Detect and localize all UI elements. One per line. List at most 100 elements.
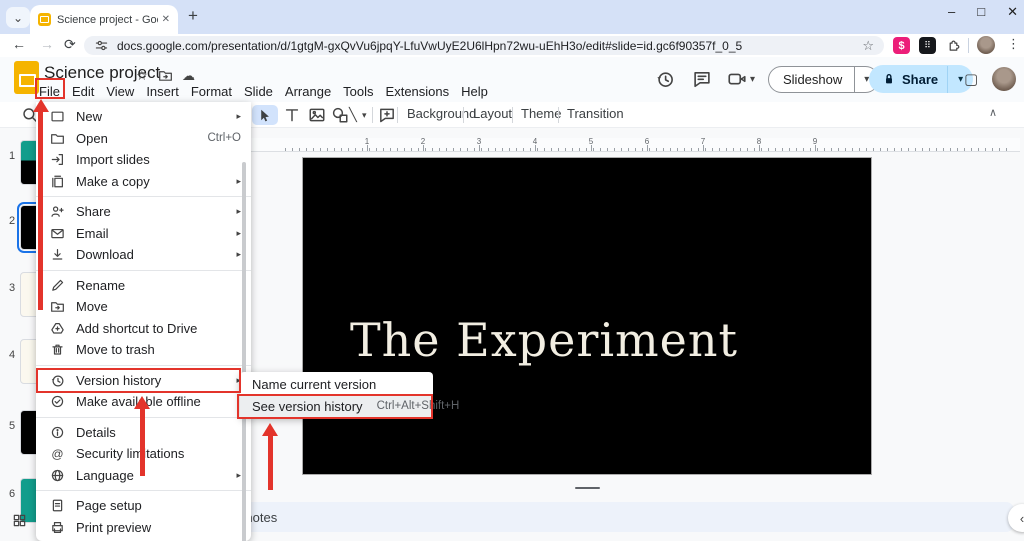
insert-image-icon[interactable] [308,106,326,124]
comments-icon[interactable] [692,69,712,89]
annotation-arrow-version-history-line [140,408,145,476]
theme-button[interactable]: Theme [521,106,561,121]
menu-arrange[interactable]: Arrange [279,83,337,100]
rename-pen-icon [50,278,65,293]
file-menu-item-email[interactable]: Email ▸ [36,223,251,245]
browser-tab[interactable]: Science project - Google Slides ✕ [30,5,178,34]
browser-tab-strip: ⌄ Science project - Google Slides ✕ + – … [0,0,1024,34]
layout-button[interactable]: Layout [473,106,512,121]
ruler-number: 7 [701,137,705,146]
grid-view-icon[interactable] [12,513,27,528]
chevron-left-icon: ‹ [1020,511,1024,526]
file-menu-item-print-preview[interactable]: Print preview [36,517,251,539]
file-menu-item-import-slides[interactable]: Import slides [36,149,251,171]
annotation-arrow-see-version-history-line [268,435,273,490]
browser-profile-avatar[interactable] [977,36,995,54]
new-tab-button[interactable]: + [188,6,198,26]
slides-header: Science project ☆ ☁ File Edit View Inser… [0,57,1024,102]
line-dropdown-icon[interactable]: ▾ [362,110,367,121]
tab-list-button[interactable]: ⌄ [6,7,30,28]
insert-shape-icon[interactable] [331,106,349,124]
menu-help[interactable]: Help [455,83,494,100]
account-avatar[interactable] [992,67,1016,91]
background-button[interactable]: Background [407,106,476,121]
insert-line-icon[interactable]: ╲ [349,107,357,125]
print-icon [50,520,65,535]
browser-menu-kebab-icon[interactable]: ⋮ [1007,36,1020,52]
offline-check-icon [50,394,65,409]
drive-add-icon [50,321,65,336]
refresh-icon[interactable]: ⟳ [64,36,76,53]
tab-title: Science project - Google Slides [57,14,158,26]
site-info-icon[interactable] [94,38,109,53]
bookmark-star-icon[interactable]: ☆ [862,38,874,54]
transition-button[interactable]: Transition [567,106,624,121]
menu-separator [36,196,251,197]
file-menu-item-page-setup[interactable]: Page setup [36,495,251,517]
menu-scrollbar[interactable] [242,162,246,541]
menu-separator [36,270,251,271]
submenu-item-name-current-version[interactable]: Name current version [240,373,433,395]
star-document-icon[interactable]: ☆ [136,68,148,84]
insert-comment-icon[interactable] [378,106,396,124]
menu-bar: File Edit View Insert Format Slide Arran… [33,83,494,100]
lock-icon [882,72,896,86]
share-button[interactable]: Share ▾ [869,65,973,93]
collapse-toolbar-icon[interactable]: ∧ [989,106,997,119]
file-menu-item-move[interactable]: Move [36,296,251,318]
folder-icon [50,131,65,146]
extension-dark-icon[interactable]: ⠿ [919,37,936,54]
file-menu-item-make-a-copy[interactable]: Make a copy ▸ [36,171,251,193]
move-to-folder-icon[interactable] [158,68,173,83]
file-menu-item-new[interactable]: New ▸ [36,106,251,128]
menu-separator [36,365,251,366]
meet-camera-icon[interactable] [727,69,747,89]
forward-icon[interactable]: → [40,36,54,52]
slideshow-button[interactable]: Slideshow ▾ [768,66,879,93]
ruler-number: 2 [421,137,425,146]
menu-format[interactable]: Format [185,83,238,100]
file-menu-item-move-to-trash[interactable]: Move to trash [36,339,251,361]
file-menu-item-add-shortcut-to-drive[interactable]: Add shortcut to Drive [36,318,251,340]
envelope-icon [50,226,65,241]
slide-canvas[interactable]: The Experiment [302,157,872,475]
menu-insert[interactable]: Insert [140,83,185,100]
version-history-icon[interactable] [655,69,675,89]
cloud-status-icon: ☁ [182,68,195,84]
url-text: docs.google.com/presentation/d/1gtgM-gxQ… [117,39,862,53]
menu-edit[interactable]: Edit [66,83,100,100]
download-icon [50,247,65,262]
ruler-number: 6 [645,137,649,146]
file-menu-item-open[interactable]: Open Ctrl+O [36,128,251,150]
select-tool-icon[interactable] [257,108,272,123]
import-icon [50,152,65,167]
text-box-tool-icon[interactable] [283,106,301,124]
menu-slide[interactable]: Slide [238,83,279,100]
camera-dropdown-icon[interactable]: ▾ [750,74,755,85]
back-icon[interactable]: ← [12,36,26,52]
url-bar[interactable]: docs.google.com/presentation/d/1gtgM-gxQ… [84,36,884,55]
menu-extensions[interactable]: Extensions [380,83,456,100]
notes-resize-handle[interactable] [575,487,600,489]
annotation-box-file [35,78,65,99]
menu-tools[interactable]: Tools [337,83,379,100]
slide-title-text[interactable]: The Experiment [350,313,738,367]
extensions-puzzle-icon[interactable] [945,37,962,54]
submenu-arrow-icon: ▸ [236,470,241,481]
file-menu-item-share[interactable]: Share ▸ [36,201,251,223]
submenu-arrow-icon: ▸ [236,206,241,217]
extension-dollar-icon[interactable]: $ [893,37,910,54]
window-close-button[interactable]: ✕ [1007,4,1018,20]
window-minimize-button[interactable]: – [948,4,955,20]
focus-mode-icon[interactable]: ▢ [964,70,978,88]
submenu-arrow-icon: ▸ [236,111,241,122]
at-icon: @ [50,446,65,461]
info-icon [50,425,65,440]
file-menu-item-download[interactable]: Download ▸ [36,244,251,266]
ruler-number: 1 [365,137,369,146]
file-menu-item-rename[interactable]: Rename [36,275,251,297]
window-maximize-button[interactable]: □ [977,4,985,20]
slide-number: 2 [9,215,15,227]
tab-close-icon[interactable]: ✕ [162,14,170,25]
menu-view[interactable]: View [100,83,140,100]
